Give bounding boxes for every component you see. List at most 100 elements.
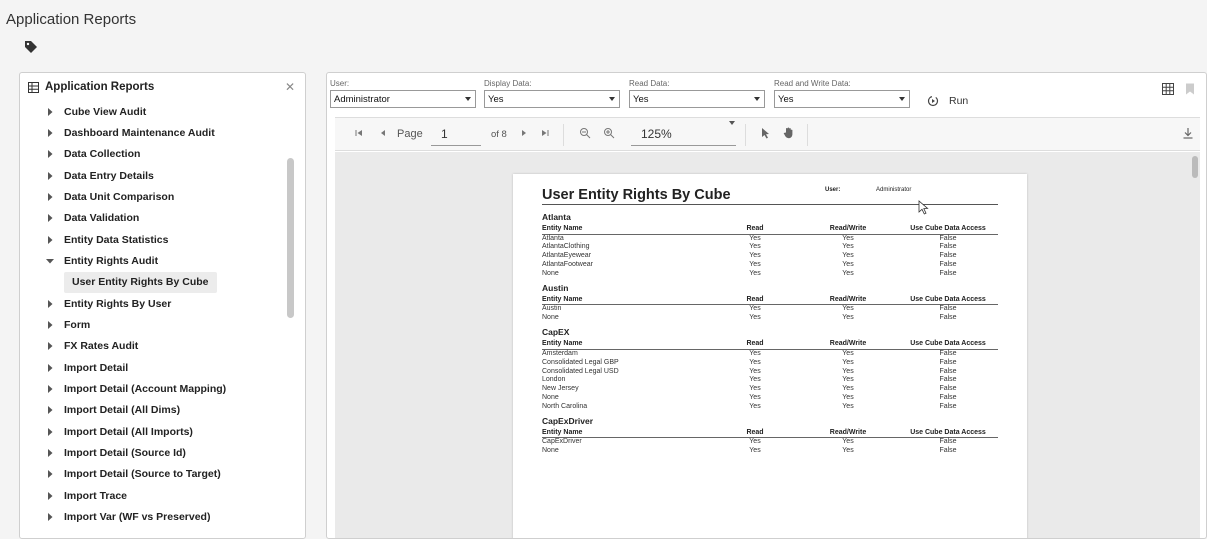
- report-body: Atlanta Entity Name Read Read/Write Use Cube…: [542, 209, 998, 458]
- tree-item-label: Entity Rights Audit: [64, 254, 159, 267]
- chevron-down-icon: [729, 121, 735, 125]
- run-icon: [927, 95, 939, 107]
- table-cell: Yes: [842, 376, 854, 384]
- caret-right-icon[interactable]: [46, 150, 54, 159]
- table-cell: False: [939, 261, 957, 269]
- caret-right-icon[interactable]: [46, 406, 54, 415]
- tree-item[interactable]: Import Detail (Account Mapping): [20, 379, 280, 400]
- table-cell: Yes: [842, 305, 854, 313]
- column-header: Use Cube Data Access: [910, 225, 986, 232]
- tree-item[interactable]: Import Detail (All Imports): [20, 421, 280, 442]
- app-title: Application Reports: [6, 11, 137, 28]
- table-cell: Atlanta: [542, 234, 564, 242]
- table-row: None Yes Yes False: [542, 394, 998, 403]
- column-header: Read/Write: [829, 428, 867, 436]
- tree-item[interactable]: User Entity Rights By Cube: [64, 271, 217, 293]
- tree-item[interactable]: Data Collection: [20, 144, 280, 165]
- table-cell: AtlantaFootwear: [542, 261, 593, 269]
- tree-item[interactable]: FX Rates Audit: [20, 336, 280, 357]
- select-cursor-icon[interactable]: [761, 128, 770, 139]
- tree-item[interactable]: Data Unit Comparison: [20, 186, 280, 207]
- caret-right-icon[interactable]: [46, 128, 54, 137]
- report-group: Austin Entity Name Read Read/Write Use Cube …: [542, 281, 998, 323]
- zoom-out-icon[interactable]: [579, 127, 591, 139]
- tree-item[interactable]: Import Detail (Source to Target): [20, 464, 280, 485]
- viewer-scrollbar[interactable]: [1192, 156, 1198, 178]
- display-select[interactable]: Yes: [484, 90, 620, 108]
- table-cell: Yes: [749, 261, 761, 269]
- caret-right-icon[interactable]: [46, 235, 54, 244]
- report-canvas[interactable]: User Entity Rights By Cube User: Adminis…: [335, 152, 1200, 538]
- close-icon[interactable]: ✕: [285, 80, 295, 94]
- caret-right-icon[interactable]: [46, 214, 54, 223]
- table-cell: False: [939, 252, 957, 260]
- tree-item[interactable]: Import Detail (Source Id): [20, 443, 280, 464]
- read-select[interactable]: Yes: [629, 90, 765, 108]
- tree-item[interactable]: Import Trace: [20, 485, 280, 506]
- table-cell: False: [939, 234, 957, 242]
- report-title: User Entity Rights By Cube: [542, 187, 731, 203]
- caret-right-icon[interactable]: [46, 342, 54, 351]
- page-number-input[interactable]: 1: [431, 123, 481, 146]
- tree-item[interactable]: Data Entry Details: [20, 165, 280, 186]
- table-header-row: Entity Name Read Read/Write Use Cube Data A…: [542, 225, 998, 235]
- table-row: Amsterdam Yes Yes False: [542, 350, 998, 359]
- table-cell: Yes: [842, 243, 854, 251]
- table-cell: Yes: [842, 314, 854, 322]
- run-button[interactable]: Run: [927, 95, 968, 107]
- caret-right-icon[interactable]: [46, 513, 54, 522]
- tree-item[interactable]: Import Detail (All Dims): [20, 400, 280, 421]
- tree-item[interactable]: Cube View Audit: [20, 101, 280, 122]
- tree-item[interactable]: Entity Rights Audit: [20, 250, 280, 271]
- caret-right-icon[interactable]: [46, 192, 54, 201]
- last-page-icon[interactable]: [541, 129, 549, 137]
- user-select[interactable]: Administrator: [330, 90, 476, 108]
- tree-item[interactable]: Import Var (WF vs Preserved): [20, 507, 280, 528]
- table-row: North Carolina Yes Yes False: [542, 403, 998, 412]
- grid-view-icon[interactable]: [1162, 83, 1174, 95]
- first-page-icon[interactable]: [355, 129, 363, 137]
- download-icon[interactable]: [1183, 128, 1193, 139]
- table-cell: Yes: [842, 403, 854, 411]
- tree-item[interactable]: Data Validation: [20, 208, 280, 229]
- caret-right-icon[interactable]: [46, 427, 54, 436]
- caret-right-icon[interactable]: [46, 321, 54, 329]
- zoom-select[interactable]: 125%: [631, 123, 736, 146]
- tree-item[interactable]: Dashboard Maintenance Audit: [20, 122, 280, 143]
- tree-item[interactable]: Entity Data Statistics: [20, 229, 280, 250]
- caret-right-icon[interactable]: [46, 363, 54, 372]
- tree-scrollbar[interactable]: [287, 158, 294, 318]
- readwrite-select[interactable]: Yes: [774, 90, 910, 108]
- caret-right-icon[interactable]: [46, 171, 54, 180]
- tree-item[interactable]: Entity Rights By User: [20, 293, 280, 314]
- table-row: London Yes Yes False: [542, 376, 998, 385]
- caret-right-icon[interactable]: [46, 385, 54, 394]
- tree-item[interactable]: Form: [20, 315, 280, 336]
- caret-right-icon[interactable]: [46, 470, 54, 479]
- next-page-icon[interactable]: [520, 129, 528, 137]
- mouse-cursor-icon: [918, 200, 929, 215]
- table-row: CapExDriver Yes Yes False: [542, 438, 998, 447]
- table-cell: Yes: [749, 367, 761, 375]
- table-cell: Yes: [842, 358, 854, 366]
- caret-right-icon[interactable]: [46, 449, 54, 458]
- caret-right-icon[interactable]: [46, 491, 54, 500]
- caret-down-icon[interactable]: [46, 257, 54, 265]
- pan-hand-icon[interactable]: [783, 127, 794, 139]
- tree-item[interactable]: Import Detail: [20, 357, 280, 378]
- read-param: Read Data: Yes: [629, 79, 765, 108]
- table-cell: Yes: [749, 394, 761, 402]
- panel-title: Application Reports: [45, 81, 155, 93]
- bookmark-icon[interactable]: [1184, 83, 1196, 95]
- table-cell: False: [939, 314, 957, 322]
- caret-right-icon[interactable]: [46, 107, 54, 116]
- tree-item-label: Import Detail (Source Id): [64, 447, 186, 460]
- previous-page-icon[interactable]: [379, 129, 387, 137]
- readwrite-select-value: Yes: [778, 93, 794, 105]
- page-count: of 8: [491, 129, 507, 140]
- caret-right-icon[interactable]: [46, 299, 54, 308]
- table-cell: Consolidated Legal USD: [542, 367, 619, 375]
- table-cell: AtlantaEyewear: [542, 252, 592, 260]
- zoom-in-icon[interactable]: [603, 127, 615, 139]
- tag-icon[interactable]: [24, 40, 38, 54]
